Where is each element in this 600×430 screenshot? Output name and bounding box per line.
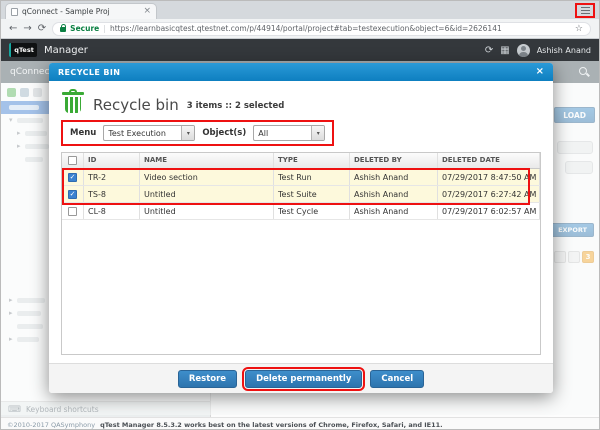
recycle-bin-icon bbox=[61, 89, 85, 114]
column-header-deleted-by[interactable]: DELETED BY bbox=[350, 153, 438, 168]
filter-row: Menu Test Execution ▾ Object(s) All ▾ bbox=[61, 120, 541, 146]
bookmark-star-icon[interactable]: ☆ bbox=[575, 24, 583, 34]
modal-close-icon[interactable]: × bbox=[536, 67, 544, 77]
row-checkbox[interactable] bbox=[68, 172, 77, 182]
selection-summary: 3 items :: 2 selected bbox=[186, 101, 285, 111]
cell-deleted-date: 07/29/2017 8:47:50 AM bbox=[438, 169, 540, 185]
annotation-chrome-menu bbox=[575, 3, 595, 18]
modal-footer: Restore Delete permanently Cancel bbox=[49, 363, 553, 393]
user-name[interactable]: Ashish Anand bbox=[537, 46, 591, 55]
forward-icon[interactable]: → bbox=[23, 23, 31, 34]
cell-name: Untitled bbox=[140, 186, 274, 202]
cancel-button[interactable]: Cancel bbox=[370, 369, 425, 388]
url-separator: | bbox=[103, 24, 106, 33]
cell-id: CL-8 bbox=[84, 203, 140, 219]
secure-lock-icon bbox=[60, 24, 67, 32]
cell-name: Video section bbox=[140, 169, 274, 185]
objects-dropdown-value: All bbox=[258, 129, 269, 138]
menu-label: Menu bbox=[70, 128, 97, 138]
modal-header: RECYCLE BIN × bbox=[49, 63, 553, 81]
cell-type: Test Run bbox=[274, 169, 350, 185]
cell-deleted-by: Ashish Anand bbox=[350, 169, 438, 185]
cell-type: Test Suite bbox=[274, 186, 350, 202]
column-header-deleted-date[interactable]: DELETED DATE bbox=[438, 153, 540, 168]
cell-deleted-date: 07/29/2017 6:27:42 AM bbox=[438, 186, 540, 202]
column-header-type[interactable]: TYPE bbox=[274, 153, 350, 168]
row-checkbox[interactable] bbox=[68, 189, 77, 199]
chevron-down-icon: ▾ bbox=[311, 126, 325, 140]
cell-id: TS-8 bbox=[84, 186, 140, 202]
table-row[interactable]: TS-8 Untitled Test Suite Ashish Anand 07… bbox=[62, 186, 540, 203]
cell-id: TR-2 bbox=[84, 169, 140, 185]
copyright-text: ©2010-2017 QASymphony bbox=[7, 420, 96, 429]
browser-menu-icon[interactable] bbox=[580, 7, 590, 14]
recycle-bin-modal: RECYCLE BIN × Recycle bin 3 items :: 2 s… bbox=[49, 63, 553, 393]
objects-label: Object(s) bbox=[202, 128, 247, 138]
delete-permanently-button[interactable]: Delete permanently bbox=[242, 366, 366, 391]
app-header: qTest Manager ⟳ ▦ Ashish Anand bbox=[1, 39, 599, 61]
recycle-title-row: Recycle bin 3 items :: 2 selected bbox=[61, 89, 541, 114]
restore-button[interactable]: Restore bbox=[177, 369, 238, 388]
table-header-row: ID NAME TYPE DELETED BY DELETED DATE bbox=[62, 153, 540, 169]
table-row[interactable]: TR-2 Video section Test Run Ashish Anand… bbox=[62, 169, 540, 186]
deleted-items-table: ID NAME TYPE DELETED BY DELETED DATE TR-… bbox=[61, 152, 541, 355]
menu-dropdown-value: Test Execution bbox=[108, 129, 166, 138]
url-field[interactable]: Secure | https://learnbasicqtest.qtestne… bbox=[52, 21, 591, 36]
tab-title: qConnect - Sample Proj bbox=[22, 7, 110, 16]
browser-tab[interactable]: qConnect - Sample Proj × bbox=[5, 3, 157, 19]
cell-name: Untitled bbox=[140, 203, 274, 219]
recycle-bin-heading: Recycle bin bbox=[93, 96, 179, 114]
tab-favicon bbox=[11, 7, 18, 16]
browser-window: qConnect - Sample Proj × ← → ⟳ Secure | … bbox=[0, 0, 600, 430]
objects-dropdown[interactable]: All ▾ bbox=[253, 125, 326, 141]
tab-close-icon[interactable]: × bbox=[143, 7, 151, 16]
modal-title: RECYCLE BIN bbox=[58, 67, 121, 77]
app-grid-icon[interactable]: ▦ bbox=[500, 45, 509, 56]
row-checkbox[interactable] bbox=[68, 206, 77, 216]
url-text: https://learnbasicqtest.qtestnet.com/p/4… bbox=[109, 24, 502, 33]
reload-icon[interactable]: ⟳ bbox=[38, 23, 46, 34]
table-row[interactable]: CL-8 Untitled Test Cycle Ashish Anand 07… bbox=[62, 203, 540, 220]
select-all-checkbox[interactable] bbox=[68, 156, 77, 165]
header-refresh-icon[interactable]: ⟳ bbox=[485, 45, 493, 56]
menu-dropdown[interactable]: Test Execution ▾ bbox=[103, 125, 196, 141]
user-avatar[interactable] bbox=[516, 43, 530, 57]
modal-body: Recycle bin 3 items :: 2 selected Menu T… bbox=[49, 81, 553, 363]
column-header-id[interactable]: ID bbox=[84, 153, 140, 168]
browser-tab-strip: qConnect - Sample Proj × bbox=[1, 1, 599, 19]
cell-type: Test Cycle bbox=[274, 203, 350, 219]
qtest-logo: qTest bbox=[9, 43, 37, 57]
version-info-text: qTest Manager 8.5.3.2 works best on the … bbox=[100, 420, 443, 429]
column-header-name[interactable]: NAME bbox=[140, 153, 274, 168]
chevron-down-icon: ▾ bbox=[181, 126, 195, 140]
annotation-filters: Menu Test Execution ▾ Object(s) All ▾ bbox=[61, 120, 335, 146]
back-icon[interactable]: ← bbox=[9, 23, 17, 34]
cell-deleted-date: 07/29/2017 6:02:57 AM bbox=[438, 203, 540, 219]
status-bar: ©2010-2017 QASymphony qTest Manager 8.5.… bbox=[1, 417, 599, 429]
product-name: Manager bbox=[44, 44, 88, 56]
cell-deleted-by: Ashish Anand bbox=[350, 203, 438, 219]
secure-label: Secure bbox=[70, 24, 100, 33]
cell-deleted-by: Ashish Anand bbox=[350, 186, 438, 202]
browser-address-bar: ← → ⟳ Secure | https://learnbasicqtest.q… bbox=[1, 19, 599, 39]
